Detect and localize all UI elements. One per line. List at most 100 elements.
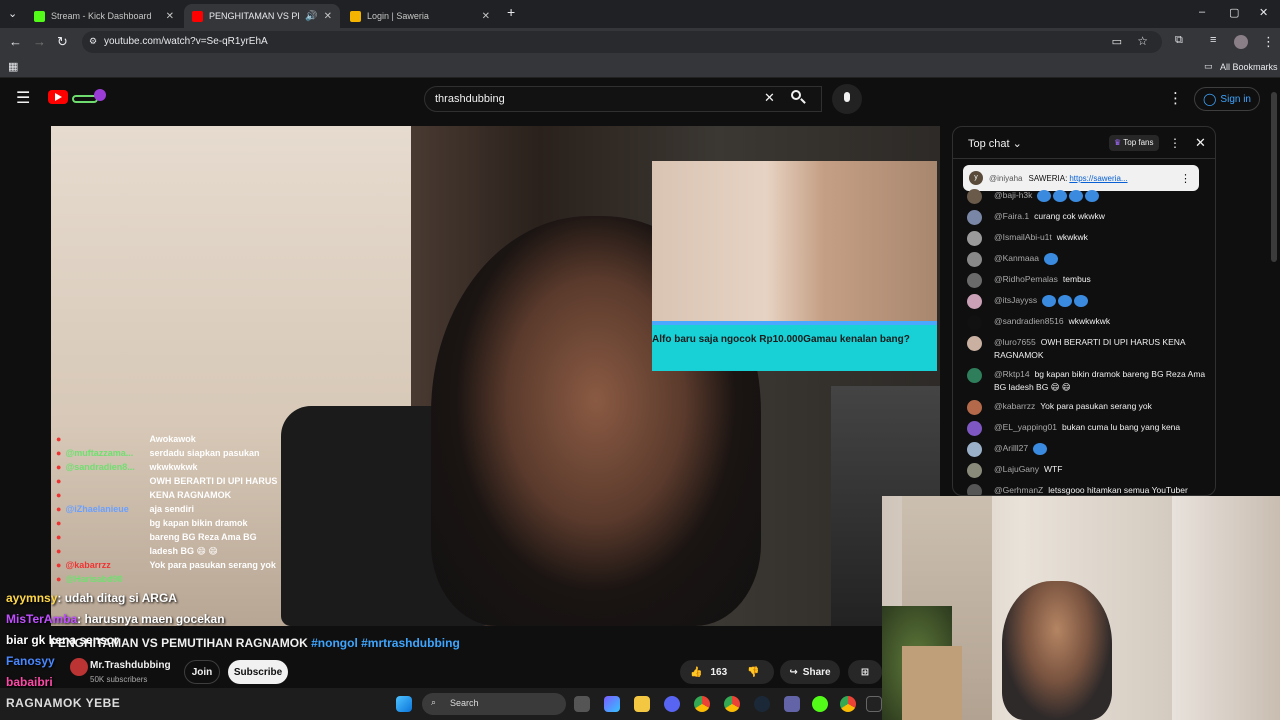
chat-message[interactable]: @RidhoPemalas tembus [967, 273, 1207, 288]
chat-message[interactable]: @GerhmanZ letssgooo hitamkan semua YouTub… [967, 484, 1207, 495]
discord-icon[interactable] [664, 696, 680, 712]
chat-message[interactable]: @luro7655 OWH BERARTI DI UPI HARUS KENA R… [967, 336, 1207, 362]
chat-avatar[interactable] [967, 252, 982, 267]
subscribe-button[interactable]: Subscribe [228, 660, 288, 684]
chat-avatar[interactable] [967, 210, 982, 225]
search-icon[interactable] [790, 89, 806, 105]
chat-username[interactable]: @LajuGany [994, 464, 1039, 474]
profile-avatar[interactable] [1234, 35, 1248, 49]
browser-menu-icon[interactable]: ⋮ [1262, 34, 1275, 50]
join-button[interactable]: Join [184, 660, 220, 684]
back-icon[interactable]: ← [9, 34, 22, 49]
chat-username[interactable]: @Faira.1 [994, 211, 1029, 221]
chat-username[interactable]: @kabarrzz [994, 401, 1035, 411]
pinned-link[interactable]: https://saweria... [1069, 174, 1127, 183]
extensions-icon[interactable]: ⧉ [1175, 34, 1183, 47]
dislike-icon[interactable]: 👎 [747, 667, 759, 678]
teams-icon[interactable] [784, 696, 800, 712]
tab-youtube[interactable]: PENGHITAMAN VS PEMUTI 🔊 ✕ [184, 4, 340, 28]
settings-menu-icon[interactable]: ⋮ [1168, 89, 1183, 107]
app-icon[interactable] [866, 696, 882, 712]
chat-avatar[interactable] [967, 231, 982, 246]
chat-message[interactable]: @Rktp14 bg kapan bikin dramok bareng BG R… [967, 368, 1207, 394]
close-window-button[interactable]: ✕ [1259, 6, 1268, 19]
apps-grid-icon[interactable]: ▦ [8, 60, 18, 73]
tab-search-icon[interactable]: ⌄ [8, 7, 17, 20]
chat-username[interactable]: @luro7655 [994, 337, 1036, 347]
chat-username[interactable]: @EL_yapping01 [994, 422, 1057, 432]
file-explorer-icon[interactable] [634, 696, 650, 712]
chat-message[interactable]: @Faira.1 curang cok wkwkw [967, 210, 1207, 225]
site-info-icon[interactable]: ⚙ [89, 36, 97, 47]
chat-message[interactable]: @IsmailAbi-u1t wkwkwk [967, 231, 1207, 246]
chat-message[interactable]: @Kanmaaa [967, 252, 1207, 267]
steam-icon[interactable] [754, 696, 770, 712]
chat-username[interactable]: @itsJayyss [994, 295, 1037, 305]
search-input[interactable]: thrashdubbing [424, 86, 822, 112]
chat-avatar[interactable] [967, 294, 982, 309]
chat-username[interactable]: @GerhmanZ [994, 485, 1043, 495]
tab-kick[interactable]: Stream - Kick Dashboard ✕ [26, 4, 182, 28]
speaker-icon[interactable]: 🔊 [305, 11, 317, 22]
chat-avatar[interactable] [967, 368, 982, 383]
chrome-profile-icon[interactable] [724, 696, 740, 712]
video-player[interactable]: Alfo baru saja ngocok Rp10.000 Gamau ken… [51, 126, 940, 626]
chat-avatar[interactable] [967, 463, 982, 478]
minimize-button[interactable]: – [1199, 6, 1205, 18]
all-bookmarks-link[interactable]: All Bookmarks [1220, 62, 1278, 72]
sign-in-button[interactable]: ◯ Sign in [1194, 87, 1260, 111]
taskbar-search[interactable]: ⌕ Search [422, 693, 566, 715]
chat-avatar[interactable] [967, 400, 982, 415]
chat-message[interactable]: @EL_yapping01 bukan cuma lu bang yang ken… [967, 421, 1207, 436]
chat-message[interactable]: @kabarrzz Yok para pasukan serang yok [967, 400, 1207, 415]
chat-avatar[interactable] [967, 484, 982, 495]
top-fans-button[interactable]: ♛ Top fans [1109, 135, 1159, 151]
chat-avatar[interactable] [967, 421, 982, 436]
media-icon[interactable]: ≡ [1210, 34, 1216, 46]
pinned-message[interactable]: y @iniyaha SAWERIA: https://saweria... ⋮ [963, 165, 1199, 191]
windows-start-icon[interactable] [396, 696, 412, 712]
reload-icon[interactable]: ↻ [57, 34, 68, 50]
chat-message[interactable]: @sandradien8516 wkwkwkwk [967, 315, 1207, 330]
chat-username[interactable]: @Rktp14 [994, 369, 1030, 379]
hamburger-menu-icon[interactable]: ☰ [16, 88, 30, 108]
url-field[interactable]: ⚙ youtube.com/watch?v=Se-qR1yrEhA ▭ ☆ [82, 31, 1162, 53]
chrome-active-icon[interactable] [840, 696, 856, 712]
chat-username[interactable]: @baji-h3k [994, 190, 1032, 200]
chat-avatar[interactable] [967, 315, 982, 330]
chat-message[interactable]: @Arilll27 [967, 442, 1207, 457]
chat-message[interactable]: @LajuGany WTF [967, 463, 1207, 478]
task-view-icon[interactable] [574, 696, 590, 712]
chat-username[interactable]: @RidhoPemalas [994, 274, 1058, 284]
chat-username[interactable]: @Arilll27 [994, 443, 1028, 453]
youtube-logo-icon[interactable] [48, 90, 68, 104]
channel-name[interactable]: Mr.Trashdubbing [90, 660, 171, 671]
chat-avatar[interactable] [967, 442, 982, 457]
chat-avatar[interactable] [967, 189, 982, 204]
maximize-button[interactable]: ▢ [1229, 6, 1239, 19]
close-icon[interactable]: ✕ [324, 11, 332, 22]
chrome-icon[interactable] [694, 696, 710, 712]
like-count[interactable]: 163 [710, 667, 727, 678]
chat-mode-dropdown[interactable]: Top chat ⌄ [968, 137, 1022, 150]
tab-saweria[interactable]: Login | Saweria ✕ [342, 4, 498, 28]
chat-username[interactable]: @IsmailAbi-u1t [994, 232, 1052, 242]
pinned-menu-icon[interactable]: ⋮ [1180, 172, 1191, 185]
clear-search-icon[interactable]: ✕ [764, 90, 775, 106]
like-icon[interactable]: 👍 [690, 667, 702, 678]
chat-avatar[interactable] [967, 336, 982, 351]
save-button[interactable]: ⊞ [848, 660, 882, 684]
page-scrollbar[interactable] [1271, 92, 1277, 262]
video-hashtags[interactable]: #nongol #mrtrashdubbing [311, 636, 460, 650]
chat-username[interactable]: @Kanmaaa [994, 253, 1039, 263]
chat-username[interactable]: @sandradien8516 [994, 316, 1064, 326]
close-chat-icon[interactable]: ✕ [1195, 135, 1206, 151]
bookmark-star-icon[interactable]: ☆ [1137, 34, 1148, 48]
obs-icon[interactable] [812, 696, 828, 712]
chat-menu-icon[interactable]: ⋮ [1169, 136, 1181, 150]
new-tab-button[interactable]: + [507, 4, 515, 20]
chat-avatar[interactable] [967, 273, 982, 288]
chat-message[interactable]: @baji-h3k [967, 189, 1207, 204]
voice-search-button[interactable] [832, 84, 862, 114]
channel-avatar[interactable] [70, 658, 88, 676]
